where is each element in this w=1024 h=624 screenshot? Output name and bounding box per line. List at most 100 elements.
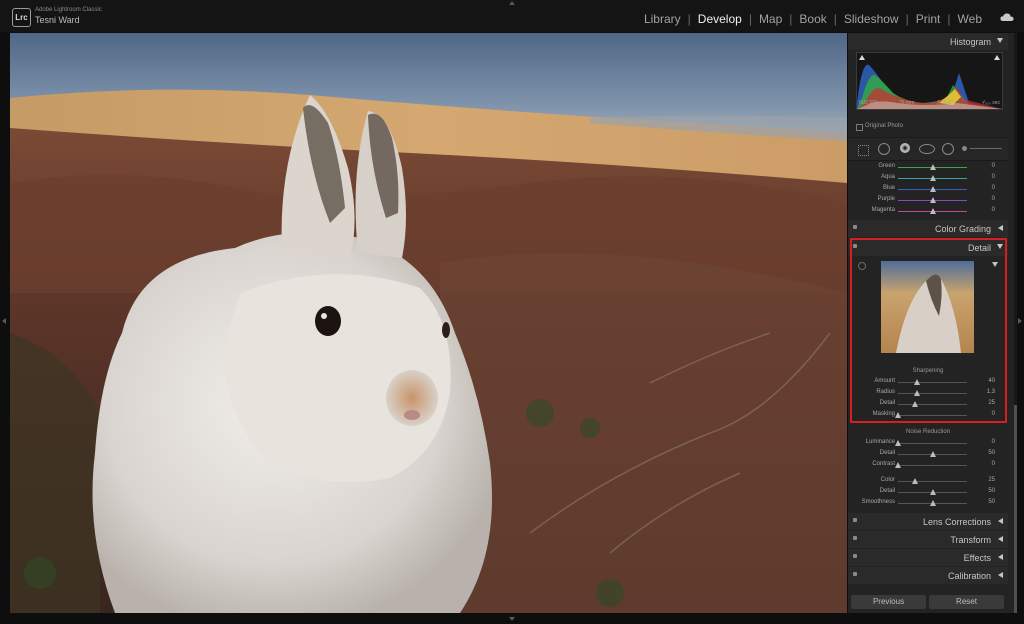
noise-detail-label: Detail	[879, 488, 895, 494]
photo-preview[interactable]	[10, 33, 847, 613]
noise-smoothness-slider[interactable]: Smoothness 50	[848, 498, 1008, 509]
sharpening-detail-slider[interactable]: Detail 25	[848, 399, 1008, 410]
hsl-green-label: Green	[878, 163, 895, 169]
noise-detail-label: Detail	[879, 450, 895, 456]
hsl-magenta-value[interactable]: 0	[992, 207, 995, 213]
sharpening-radius-slider[interactable]: Radius 1.3	[848, 388, 1008, 399]
noise-color-value[interactable]: 25	[988, 477, 995, 483]
module-separator: |	[833, 12, 837, 26]
slider-knob[interactable]	[895, 462, 901, 468]
noise-color-label: Color	[880, 477, 895, 483]
noise-detail-slider[interactable]: Detail 50	[848, 487, 1008, 498]
slider-knob[interactable]	[929, 489, 936, 495]
transform-header[interactable]: Transform	[848, 531, 1008, 548]
noise-contrast-slider[interactable]: Contrast 0	[848, 460, 1008, 471]
module-slideshow[interactable]: Slideshow	[844, 12, 899, 26]
panel-switch-icon[interactable]	[853, 572, 857, 576]
detail-header[interactable]: Detail	[848, 239, 1008, 256]
left-panel-toggle-icon[interactable]	[2, 318, 6, 324]
reset-button[interactable]: Reset	[929, 595, 1004, 609]
hsl-aqua-slider[interactable]: Aqua 0	[848, 173, 1008, 184]
noise-detail-value[interactable]: 50	[988, 450, 995, 456]
slider-knob[interactable]	[929, 500, 936, 506]
effects-header[interactable]: Effects	[848, 549, 1008, 566]
slider-knob[interactable]	[930, 208, 936, 214]
crop-tool-icon[interactable]	[858, 145, 869, 156]
adjustment-brush-icon[interactable]	[962, 146, 1002, 151]
sharpening-radius-value[interactable]: 1.3	[987, 389, 995, 395]
highlight-clipping-icon[interactable]	[994, 55, 1000, 60]
sharpening-amount-value[interactable]: 40	[988, 378, 995, 384]
red-eye-icon[interactable]	[900, 143, 910, 153]
hsl-blue-value[interactable]: 0	[992, 185, 995, 191]
slider-knob[interactable]	[895, 440, 901, 446]
panel-switch-icon[interactable]	[853, 244, 857, 248]
slider-knob[interactable]	[930, 186, 936, 192]
slider-knob[interactable]	[913, 390, 920, 396]
slider-knob[interactable]	[929, 451, 936, 457]
noise-luminance-value[interactable]: 0	[992, 439, 995, 445]
hsl-magenta-slider[interactable]: Magenta 0	[848, 206, 1008, 217]
hsl-purple-value[interactable]: 0	[992, 196, 995, 202]
calibration-header[interactable]: Calibration	[848, 567, 1008, 584]
panel-scrollbar[interactable]	[1014, 33, 1017, 613]
module-print[interactable]: Print	[916, 12, 941, 26]
previous-button[interactable]: Previous	[851, 595, 926, 609]
histogram-graph	[857, 64, 1002, 109]
noise-detail-value[interactable]: 50	[988, 488, 995, 494]
color-grading-header[interactable]: Color Grading	[848, 220, 1008, 237]
slider-knob[interactable]	[912, 478, 919, 484]
spot-removal-icon[interactable]	[878, 143, 890, 155]
module-web[interactable]: Web	[958, 12, 982, 26]
cloud-sync-icon[interactable]	[1000, 13, 1014, 21]
hsl-green-value[interactable]: 0	[992, 163, 995, 169]
lens-corrections-header[interactable]: Lens Corrections	[848, 513, 1008, 530]
noise-luminance-slider[interactable]: Luminance 0	[848, 438, 1008, 449]
histogram-header[interactable]: Histogram	[848, 33, 1008, 50]
bottom-panel-toggle-icon[interactable]	[509, 617, 515, 621]
hsl-green-slider[interactable]: Green 0	[848, 162, 1008, 173]
detail-zoom-preview[interactable]	[881, 261, 974, 353]
sharpening-detail-label: Detail	[879, 400, 895, 406]
shadow-clipping-icon[interactable]	[859, 55, 865, 60]
detail-target-icon[interactable]	[858, 262, 866, 270]
sharpening-masking-slider[interactable]: Masking 0	[848, 410, 1008, 421]
original-photo-checkbox[interactable]	[856, 124, 863, 131]
sharpening-amount-slider[interactable]: Amount 40	[848, 377, 1008, 388]
scrollbar-thumb[interactable]	[1014, 405, 1017, 613]
detail-preview-menu-icon[interactable]	[992, 262, 998, 267]
histogram-iso: ISO 320	[859, 100, 878, 106]
module-book[interactable]: Book	[799, 12, 826, 26]
slider-knob[interactable]	[930, 197, 936, 203]
mask-tool-icon[interactable]	[919, 144, 935, 154]
panel-switch-icon[interactable]	[853, 536, 857, 540]
user-name[interactable]: Tesni Ward	[35, 15, 80, 25]
sharpening-detail-value[interactable]: 25	[988, 400, 995, 406]
panel-switch-icon[interactable]	[853, 518, 857, 522]
hsl-aqua-value[interactable]: 0	[992, 174, 995, 180]
right-panel-toggle-icon[interactable]	[1018, 318, 1022, 324]
noise-smoothness-value[interactable]: 50	[988, 499, 995, 505]
panel-switch-icon[interactable]	[853, 554, 857, 558]
histogram-area[interactable]: ISO 320 26 mm ƒ / 5.0 ¹⁄₀₀₀ sec	[856, 52, 1003, 110]
hsl-purple-slider[interactable]: Purple 0	[848, 195, 1008, 206]
radial-filter-icon[interactable]	[942, 143, 954, 155]
top-panel-toggle-icon[interactable]	[509, 1, 515, 5]
slider-knob[interactable]	[913, 379, 920, 385]
module-develop[interactable]: Develop	[698, 12, 742, 26]
noise-detail-slider[interactable]: Detail 50	[848, 449, 1008, 460]
noise-contrast-value[interactable]: 0	[992, 461, 995, 467]
histogram-aperture: ƒ / 5.0	[937, 100, 951, 106]
expand-triangle-icon	[998, 572, 1003, 578]
module-map[interactable]: Map	[759, 12, 782, 26]
sharpening-masking-value[interactable]: 0	[992, 411, 995, 417]
hsl-blue-slider[interactable]: Blue 0	[848, 184, 1008, 195]
panel-switch-icon[interactable]	[853, 225, 857, 229]
slider-knob[interactable]	[912, 401, 919, 407]
noise-color-slider[interactable]: Color 25	[848, 476, 1008, 487]
module-library[interactable]: Library	[644, 12, 681, 26]
slider-track	[898, 481, 967, 482]
slider-knob[interactable]	[895, 412, 901, 418]
slider-knob[interactable]	[930, 164, 936, 170]
slider-knob[interactable]	[930, 175, 936, 181]
